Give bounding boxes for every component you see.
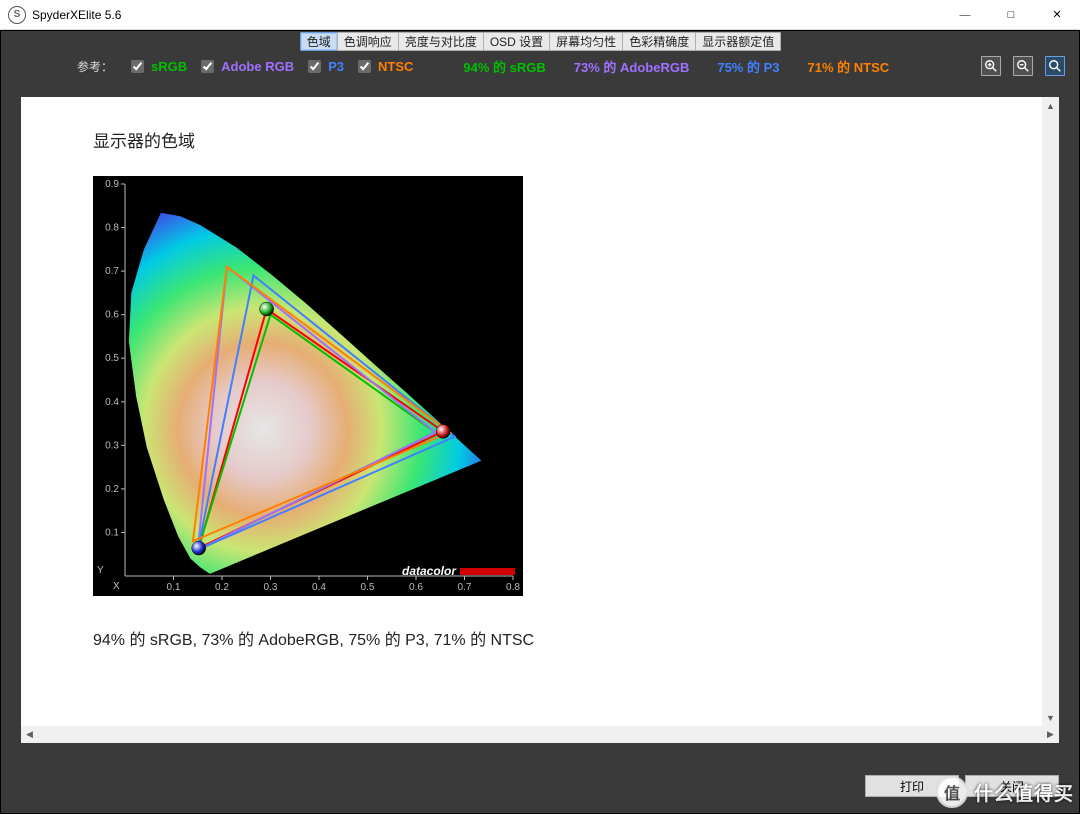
checkbox-ntsc-text: NTSC [378, 59, 413, 74]
gamut-chart: 0.1 0.2 0.3 0.4 0.5 0.6 0.7 0.8 0.1 0.2 0.3 0.4 0.5 0… [93, 176, 523, 596]
brand-text: datacolor [402, 564, 456, 578]
stat-ntsc: 71% 的 NTSC [808, 57, 890, 76]
x-axis-label: X [113, 581, 120, 592]
checkbox-ntsc[interactable]: NTSC [354, 57, 413, 76]
tab-rating[interactable]: 显示器额定值 [695, 32, 781, 51]
tab-uniformity[interactable]: 屏幕均匀性 [549, 32, 623, 51]
tab-osd[interactable]: OSD 设置 [483, 32, 550, 51]
svg-text:0.1: 0.1 [105, 527, 119, 538]
document: 显示器的色域 0.1 0.2 0.3 0.4 0.5 0.6 0.7 0.8 0.1 0.2 0.3… [21, 97, 1059, 650]
window-maximize-button[interactable]: □ [988, 0, 1034, 30]
svg-text:0.8: 0.8 [105, 223, 119, 234]
checkbox-adobergb[interactable]: Adobe RGB [197, 57, 294, 76]
app-icon: S [8, 6, 26, 24]
checkbox-srgb-input[interactable] [131, 60, 144, 73]
page-heading: 显示器的色域 [93, 127, 1059, 152]
zoom-out-icon [1016, 59, 1030, 73]
svg-text:0.5: 0.5 [105, 353, 119, 364]
zoom-in-icon [984, 59, 998, 73]
y-axis-label: Y [97, 565, 104, 576]
content-frame: ▲ ▼ ◀ ▶ 显示器的色域 0.10.20.30.40.50.60.70.80… [21, 97, 1059, 743]
scroll-left-button[interactable]: ◀ [21, 726, 38, 743]
horizontal-scrollbar[interactable]: ◀ ▶ [21, 726, 1059, 743]
tabstrip: 色域 色调响应 亮度与对比度 OSD 设置 屏幕均匀性 色彩精确度 显示器额定值 [1, 31, 1079, 51]
checkbox-srgb-text: sRGB [151, 59, 187, 74]
zoom-fit-button[interactable] [1045, 56, 1065, 76]
titlebar: S SpyderXElite 5.6 — □ ✕ [0, 0, 1080, 30]
scroll-right-button[interactable]: ▶ [1042, 726, 1059, 743]
svg-text:0.4: 0.4 [312, 582, 326, 593]
svg-text:0.7: 0.7 [458, 582, 472, 593]
svg-text:0.3: 0.3 [264, 582, 278, 593]
svg-text:0.5: 0.5 [361, 582, 375, 593]
brand-mark: datacolor [402, 564, 515, 578]
svg-text:0.6: 0.6 [409, 582, 423, 593]
checkbox-srgb[interactable]: sRGB [127, 57, 187, 76]
zoom-out-button[interactable] [1013, 56, 1033, 76]
bottom-bar: 打印 关闭 [1, 759, 1079, 813]
window-minimize-button[interactable]: — [942, 0, 988, 30]
stat-adobergb: 73% 的 AdobeRGB [574, 57, 690, 76]
gamut-chart-svg: 0.1 0.2 0.3 0.4 0.5 0.6 0.7 0.8 0.1 0.2 0.3 0.4 0.5 0… [93, 176, 523, 596]
svg-text:0.9: 0.9 [105, 179, 119, 190]
vertical-scrollbar[interactable]: ▲ ▼ [1042, 97, 1059, 726]
svg-text:0.4: 0.4 [105, 397, 119, 408]
tab-tone[interactable]: 色调响应 [337, 32, 399, 51]
svg-text:0.2: 0.2 [105, 484, 119, 495]
stat-p3: 75% 的 P3 [717, 57, 779, 76]
tab-accuracy[interactable]: 色彩精确度 [622, 32, 696, 51]
stat-srgb: 94% 的 sRGB [463, 57, 545, 76]
svg-text:0.6: 0.6 [105, 310, 119, 321]
gamut-summary: 94% 的 sRGB, 73% 的 AdobeRGB, 75% 的 P3, 71… [93, 626, 1059, 650]
checkbox-p3[interactable]: P3 [304, 57, 344, 76]
reference-bar: 参考： sRGB Adobe RGB P3 NTSC 94% 的 sRGB 73… [1, 51, 1079, 81]
window-close-button[interactable]: ✕ [1034, 0, 1080, 30]
checkbox-p3-input[interactable] [308, 60, 321, 73]
svg-text:0.1: 0.1 [167, 582, 181, 593]
app-body: 色域 色调响应 亮度与对比度 OSD 设置 屏幕均匀性 色彩精确度 显示器额定值… [0, 30, 1080, 814]
close-button[interactable]: 关闭 [965, 775, 1059, 797]
svg-text:0.2: 0.2 [215, 582, 229, 593]
brand-bar [460, 568, 515, 575]
zoom-fit-icon [1048, 59, 1062, 73]
reference-label: 参考： [77, 58, 113, 75]
window-title: SpyderXElite 5.6 [32, 8, 121, 22]
checkbox-adobergb-text: Adobe RGB [221, 59, 294, 74]
svg-text:0.7: 0.7 [105, 266, 119, 277]
zoom-in-button[interactable] [981, 56, 1001, 76]
scroll-down-button[interactable]: ▼ [1042, 709, 1059, 726]
checkbox-p3-text: P3 [328, 59, 344, 74]
print-button[interactable]: 打印 [865, 775, 959, 797]
checkbox-adobergb-input[interactable] [201, 60, 214, 73]
svg-text:0.8: 0.8 [506, 582, 520, 593]
tab-brightness[interactable]: 亮度与对比度 [398, 32, 484, 51]
svg-text:0.3: 0.3 [105, 440, 119, 451]
tab-gamut[interactable]: 色域 [300, 32, 338, 51]
scroll-up-button[interactable]: ▲ [1042, 97, 1059, 114]
checkbox-ntsc-input[interactable] [358, 60, 371, 73]
